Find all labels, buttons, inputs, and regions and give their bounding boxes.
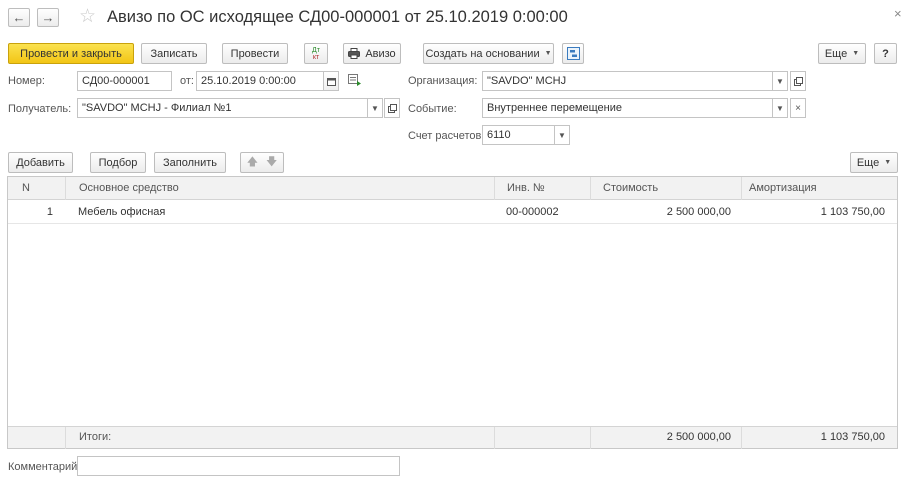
calendar-icon	[326, 77, 336, 86]
caret-down-icon: ▼	[558, 130, 566, 140]
open-link-icon	[387, 103, 397, 113]
cell-asset: Мебель офисная	[78, 206, 166, 218]
printer-icon	[348, 48, 361, 59]
dtkt-icon-top: Дт	[312, 46, 320, 54]
close-icon[interactable]: ×	[894, 6, 902, 21]
column-header-inv[interactable]: Инв. №	[494, 177, 590, 200]
event-clear-button[interactable]: ×	[790, 98, 806, 118]
page-title: Авизо по ОС исходящее СД00-000001 от 25.…	[107, 8, 568, 26]
more-button[interactable]: Еще ▼	[818, 43, 866, 64]
caret-down-icon: ▼	[776, 76, 784, 86]
totals-label: Итоги:	[65, 427, 494, 449]
post-and-close-button[interactable]: Провести и закрыть	[8, 43, 134, 64]
organization-field[interactable]: "SAVDO" MCHJ	[482, 71, 773, 91]
number-label: Номер:	[8, 75, 45, 87]
caret-down-icon: ▼	[776, 103, 784, 113]
organization-label: Организация:	[408, 75, 478, 87]
organization-open-button[interactable]	[790, 71, 806, 91]
caret-down-icon: ▼	[544, 50, 552, 57]
recipient-label: Получатель:	[8, 103, 72, 115]
structure-button[interactable]	[562, 43, 584, 64]
column-header-n[interactable]: N	[8, 177, 65, 200]
arrow-right-icon: →	[41, 10, 55, 25]
event-dropdown-button[interactable]: ▼	[772, 98, 788, 118]
document-structure-icon	[566, 47, 580, 60]
print-avizo-label: Авизо	[365, 47, 396, 60]
post-button[interactable]: Провести	[222, 43, 288, 64]
print-avizo-button[interactable]: Авизо	[343, 43, 401, 64]
arrow-up-icon: 🡅	[246, 156, 258, 168]
table-totals: Итоги: 2 500 000,00 1 103 750,00	[8, 426, 897, 449]
comment-field[interactable]	[77, 456, 400, 476]
cell-inv: 00-000002	[506, 206, 559, 218]
move-buttons[interactable]: 🡅 🡇	[240, 152, 284, 173]
dtkt-icon-bottom: кт	[312, 53, 320, 61]
comment-label: Комментарий:	[8, 461, 81, 473]
caret-down-icon: ▼	[852, 50, 860, 57]
totals-inv-cell	[494, 427, 590, 449]
column-header-cost[interactable]: Стоимость	[590, 177, 741, 200]
arrow-left-icon: ←	[12, 10, 26, 25]
help-button[interactable]: ?	[874, 43, 897, 64]
create-based-on-button[interactable]: Создать на основании ▼	[423, 43, 554, 64]
caret-down-icon: ▼	[884, 159, 892, 166]
column-header-amort[interactable]: Амортизация	[741, 177, 897, 200]
event-label: Событие:	[408, 103, 457, 115]
fill-button[interactable]: Заполнить	[154, 152, 226, 173]
select-button[interactable]: Подбор	[90, 152, 146, 173]
open-link-icon	[793, 76, 803, 86]
totals-cost: 2 500 000,00	[590, 427, 741, 449]
forward-button[interactable]: →	[37, 8, 59, 27]
cell-amort: 1 103 750,00	[820, 206, 885, 218]
totals-amort: 1 103 750,00	[741, 427, 897, 449]
caret-down-icon: ▼	[371, 103, 379, 113]
calendar-button[interactable]	[323, 71, 339, 91]
number-field[interactable]: СД00-000001	[77, 71, 172, 91]
recipient-dropdown-button[interactable]: ▼	[367, 98, 383, 118]
cell-cost: 2 500 000,00	[666, 206, 731, 218]
create-based-on-label: Создать на основании	[425, 47, 540, 60]
event-field[interactable]: Внутреннее перемещение	[482, 98, 773, 118]
recipient-field[interactable]: "SAVDO" MCHJ - Филиал №1	[77, 98, 368, 118]
back-button[interactable]: ←	[8, 8, 30, 27]
more-label: Еще	[824, 47, 848, 60]
table-more-button[interactable]: Еще ▼	[850, 152, 898, 173]
account-field[interactable]: 6110	[482, 125, 555, 145]
number-settings-icon[interactable]	[348, 74, 362, 89]
date-label: от:	[180, 75, 194, 87]
totals-empty-cell	[8, 427, 65, 449]
save-button[interactable]: Записать	[141, 43, 207, 64]
organization-dropdown-button[interactable]: ▼	[772, 71, 788, 91]
table-more-label: Еще	[856, 156, 880, 169]
cell-n: 1	[46, 206, 53, 218]
favorite-star-icon[interactable]: ☆	[79, 6, 96, 28]
clear-icon: ×	[795, 102, 801, 114]
table-header: N Основное средство Инв. № Стоимость Амо…	[8, 177, 897, 200]
add-row-button[interactable]: Добавить	[8, 152, 73, 173]
column-header-asset[interactable]: Основное средство	[65, 177, 494, 200]
account-dropdown-button[interactable]: ▼	[554, 125, 570, 145]
assets-table[interactable]: N Основное средство Инв. № Стоимость Амо…	[7, 176, 898, 449]
dtkt-report-button[interactable]: Дт кт	[304, 43, 328, 64]
date-field[interactable]: 25.10.2019 0:00:00	[196, 71, 324, 91]
account-label: Счет расчетов:	[408, 130, 485, 142]
arrow-down-icon: 🡇	[266, 156, 278, 168]
recipient-open-button[interactable]	[384, 98, 400, 118]
table-row[interactable]: 1 Мебель офисная 00-000002 2 500 000,00 …	[8, 201, 897, 224]
